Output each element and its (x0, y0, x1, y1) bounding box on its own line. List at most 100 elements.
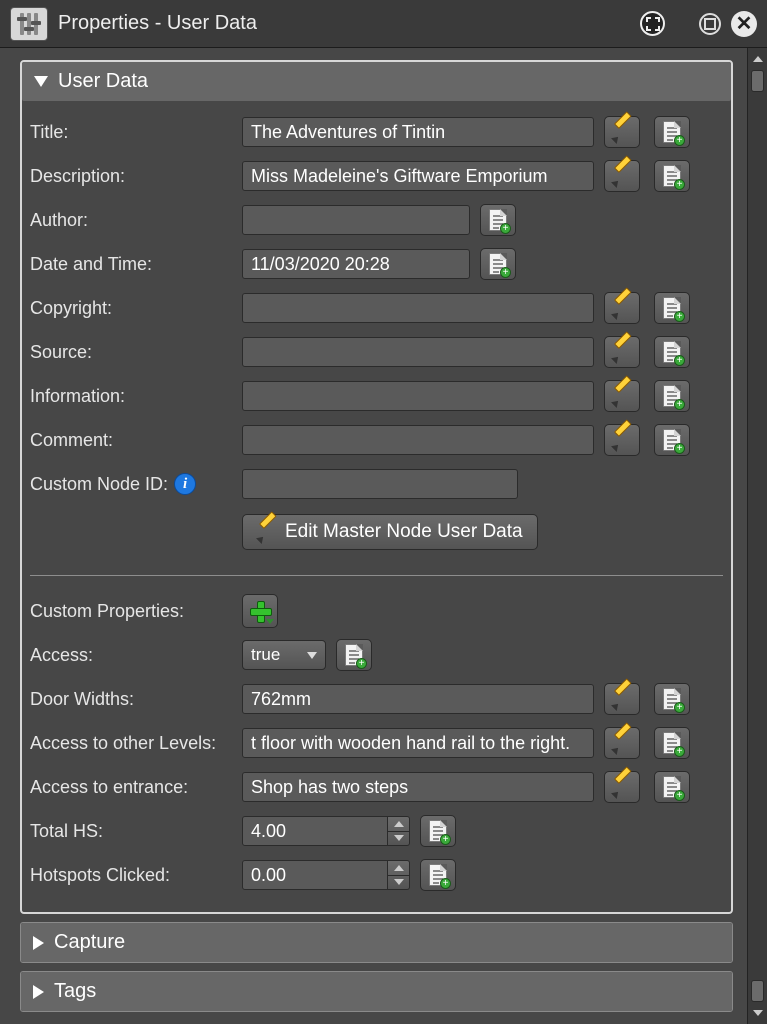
window-title: Properties - User Data (58, 12, 630, 35)
edit-comment-button[interactable] (604, 424, 640, 456)
edit-source-button[interactable] (604, 336, 640, 368)
spinner-buttons[interactable] (388, 860, 410, 890)
edit-copyright-button[interactable] (604, 292, 640, 324)
door-widths-input[interactable]: 762mm (242, 684, 594, 714)
edit-master-node-button[interactable]: Edit Master Node User Data (242, 514, 538, 550)
edit-description-button[interactable] (604, 160, 640, 192)
info-icon[interactable]: i (174, 473, 196, 495)
document-icon: + (429, 820, 447, 842)
caret-down-icon (394, 835, 404, 841)
comment-input[interactable] (242, 425, 594, 455)
label-comment: Comment: (28, 430, 242, 451)
section-tags: Tags (20, 971, 733, 1012)
document-icon: + (663, 429, 681, 451)
copyright-input[interactable] (242, 293, 594, 323)
addpage-datetime-button[interactable]: + (480, 248, 516, 280)
label-access-levels: Access to other Levels: (28, 733, 242, 754)
label-copyright: Copyright: (28, 298, 242, 319)
section-header-user-data[interactable]: User Data (22, 62, 731, 101)
label-access-entrance: Access to entrance: (28, 777, 242, 798)
label-description: Description: (28, 166, 242, 187)
restore-icon[interactable] (699, 13, 721, 35)
addpage-door-widths-button[interactable]: + (654, 683, 690, 715)
hotspots-clicked-spinner[interactable]: 0.00 (242, 860, 410, 890)
pencil-icon (612, 386, 632, 406)
pencil-icon (612, 689, 632, 709)
pencil-icon (257, 522, 277, 542)
addpage-title-button[interactable]: + (654, 116, 690, 148)
document-icon: + (663, 341, 681, 363)
step-up-button[interactable] (388, 817, 409, 832)
edit-access-levels-button[interactable] (604, 727, 640, 759)
addpage-access-levels-button[interactable]: + (654, 727, 690, 759)
section-title: Capture (54, 931, 125, 954)
addpage-description-button[interactable]: + (654, 160, 690, 192)
addpage-comment-button[interactable]: + (654, 424, 690, 456)
document-icon: + (345, 644, 363, 666)
source-input[interactable] (242, 337, 594, 367)
expand-icon[interactable] (640, 11, 665, 36)
addpage-access-button[interactable]: + (336, 639, 372, 671)
document-icon: + (663, 776, 681, 798)
properties-window: Properties - User Data ✕ User Data Title… (0, 0, 767, 1024)
addpage-hotspots-clicked-button[interactable]: + (420, 859, 456, 891)
chevron-right-icon (33, 985, 44, 999)
caret-up-icon (753, 56, 763, 62)
addpage-copyright-button[interactable]: + (654, 292, 690, 324)
title-input[interactable]: The Adventures of Tintin (242, 117, 594, 147)
pencil-icon (612, 298, 632, 318)
pencil-icon (612, 342, 632, 362)
label-total-hs: Total HS: (28, 821, 242, 842)
document-icon: + (663, 688, 681, 710)
addpage-total-hs-button[interactable]: + (420, 815, 456, 847)
description-input[interactable]: Miss Madeleine's Giftware Emporium (242, 161, 594, 191)
scroll-thumb[interactable] (751, 980, 764, 1002)
scrollbar[interactable] (747, 48, 767, 1024)
edit-access-entrance-button[interactable] (604, 771, 640, 803)
document-icon: + (663, 165, 681, 187)
scroll-thumb[interactable] (751, 70, 764, 92)
section-title: User Data (58, 70, 148, 93)
label-source: Source: (28, 342, 242, 363)
information-input[interactable] (242, 381, 594, 411)
edit-title-button[interactable] (604, 116, 640, 148)
access-entrance-input[interactable]: Shop has two steps (242, 772, 594, 802)
document-icon: + (663, 732, 681, 754)
divider (30, 575, 723, 576)
content: User Data Title: The Adventures of Tinti… (0, 48, 747, 1024)
label-door-widths: Door Widths: (28, 689, 242, 710)
addpage-access-entrance-button[interactable]: + (654, 771, 690, 803)
pencil-icon (612, 777, 632, 797)
label-title: Title: (28, 122, 242, 143)
scroll-up-button[interactable] (749, 50, 767, 68)
caret-down-icon (394, 879, 404, 885)
spinner-buttons[interactable] (388, 816, 410, 846)
edit-door-widths-button[interactable] (604, 683, 640, 715)
custom-node-id-input[interactable] (242, 469, 518, 499)
addpage-information-button[interactable]: + (654, 380, 690, 412)
addpage-source-button[interactable]: + (654, 336, 690, 368)
author-input[interactable] (242, 205, 470, 235)
section-capture: Capture (20, 922, 733, 963)
document-icon: + (663, 385, 681, 407)
section-user-data: User Data Title: The Adventures of Tinti… (20, 60, 733, 914)
document-icon: + (663, 297, 681, 319)
step-down-button[interactable] (388, 832, 409, 846)
access-levels-input[interactable]: t floor with wooden hand rail to the rig… (242, 728, 594, 758)
chevron-down-icon (307, 652, 317, 659)
step-up-button[interactable] (388, 861, 409, 876)
add-property-button[interactable] (242, 594, 278, 628)
caret-up-icon (394, 865, 404, 871)
section-header-tags[interactable]: Tags (21, 972, 732, 1011)
close-icon[interactable]: ✕ (731, 11, 757, 37)
datetime-input[interactable]: 11/03/2020 20:28 (242, 249, 470, 279)
total-hs-spinner[interactable]: 4.00 (242, 816, 410, 846)
pencil-icon (612, 166, 632, 186)
scroll-down-button[interactable] (749, 1004, 767, 1022)
access-select[interactable]: true (242, 640, 326, 670)
addpage-author-button[interactable]: + (480, 204, 516, 236)
section-header-capture[interactable]: Capture (21, 923, 732, 962)
step-down-button[interactable] (388, 876, 409, 890)
edit-information-button[interactable] (604, 380, 640, 412)
caret-up-icon (394, 821, 404, 827)
